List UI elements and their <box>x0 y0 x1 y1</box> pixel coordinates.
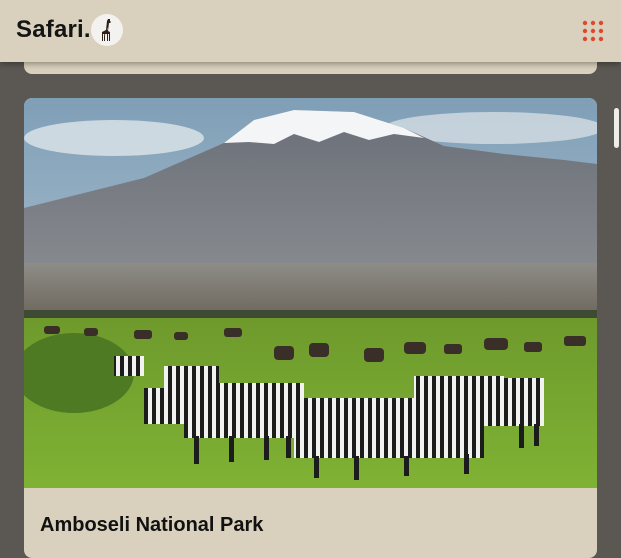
mountain-zebra-photo <box>24 98 597 488</box>
logo[interactable]: Safari. <box>16 14 123 46</box>
logo-text: Safari. <box>16 16 91 43</box>
site-header: Safari. <box>0 0 621 62</box>
park-card[interactable]: Amboseli National Park <box>24 98 597 558</box>
giraffe-icon <box>90 14 123 46</box>
grid-menu-icon[interactable] <box>582 20 604 42</box>
card-title[interactable]: Amboseli National Park <box>40 514 263 537</box>
scrollbar-thumb[interactable] <box>614 108 619 148</box>
